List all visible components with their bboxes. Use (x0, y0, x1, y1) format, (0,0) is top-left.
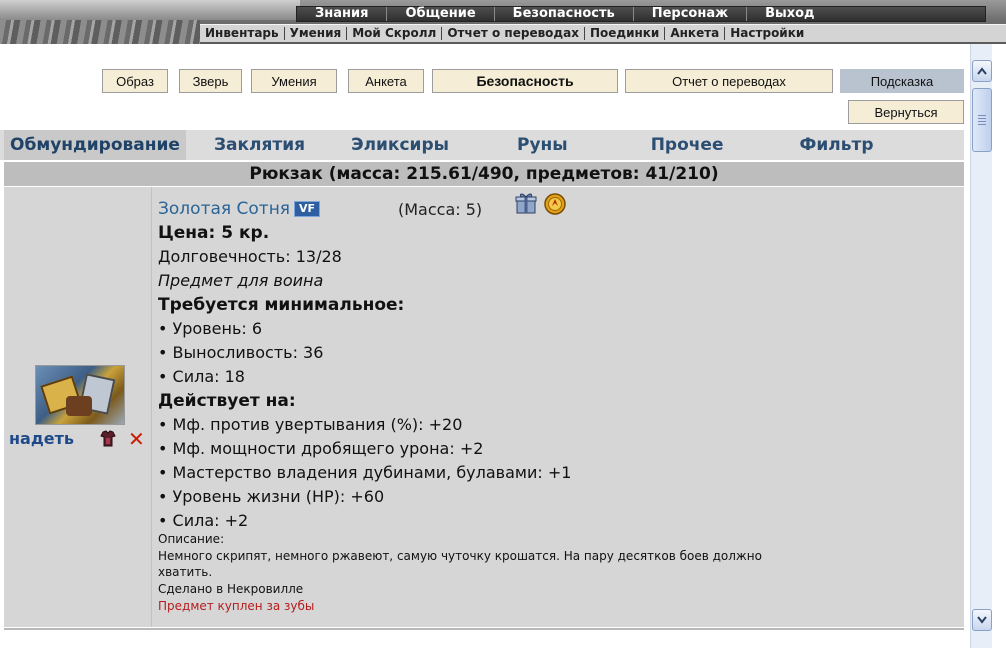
menu-item-bezopasnost[interactable]: Безопасность (495, 7, 634, 21)
content-frame: Образ Зверь Умения Анкета Безопасность О… (0, 44, 1006, 648)
bought-note: Предмет куплен за зубы (158, 599, 315, 613)
backpack-summary: Рюкзак (масса: 215.61/490, предметов: 41… (4, 162, 964, 186)
tab-filtr[interactable]: Фильтр (800, 135, 874, 155)
chevron-down-icon (977, 616, 987, 624)
top-navigation-bar: Знания Общение Безопасность Персонаж Вых… (0, 0, 1006, 44)
menu-item-anketa[interactable]: Анкета (665, 27, 726, 40)
requirement-item: • Сила: 18 (158, 367, 245, 386)
item-row: надеть ✕ Золотая Сотня VF (Масса: 5) Цен… (4, 187, 964, 627)
menu-item-umeniya[interactable]: Умения (285, 27, 348, 40)
item-durability: Долговечность: 13/28 (158, 247, 342, 266)
item-name[interactable]: Золотая Сотня VF (158, 199, 321, 219)
item-price: Цена: 5 кр. (158, 223, 270, 243)
tab-obmundirovanie[interactable]: Обмундирование (4, 130, 186, 160)
decorative-stone-panel (0, 20, 200, 44)
description-label: Описание: (158, 532, 225, 546)
menu-item-moy-skroll[interactable]: Мой Скролл (347, 27, 443, 40)
gift-icon (515, 193, 537, 214)
effect-item: • Мф. мощности дробящего урона: +2 (158, 439, 484, 458)
chevron-up-icon (977, 67, 987, 75)
effects-title: Действует на: (158, 391, 296, 411)
vf-badge: VF (294, 201, 321, 217)
zver-button[interactable]: Зверь (179, 69, 242, 93)
scroll-thumb[interactable] (972, 88, 992, 152)
menu-item-poedinki[interactable]: Поединки (585, 27, 666, 40)
menu-item-nastroyki[interactable]: Настройки (725, 27, 809, 40)
description-text: Немного скрипят, немного ржавеют, самую … (158, 549, 762, 563)
otchet-button[interactable]: Отчет о переводах (625, 69, 833, 93)
item-action-cell: надеть ✕ (4, 187, 152, 627)
tab-runy[interactable]: Руны (517, 135, 568, 155)
item-class-note: Предмет для воина (158, 271, 324, 290)
requirement-item: • Выносливость: 36 (158, 343, 324, 362)
effect-item: • Мф. против увертывания (%): +20 (158, 415, 463, 434)
obraz-button[interactable]: Образ (102, 69, 168, 93)
inventory-tabs: Обмундирование Заклятия Эликсиры Руны Пр… (0, 130, 964, 160)
tab-eliksiry[interactable]: Эликсиры (351, 135, 449, 155)
effect-item: • Уровень жизни (HP): +60 (158, 487, 385, 506)
umeniya-button[interactable]: Умения (251, 69, 337, 93)
secondary-menu: Инвентарь Умения Мой Скролл Отчет о пере… (200, 24, 1006, 42)
effect-item: • Сила: +2 (158, 511, 249, 530)
scroll-up-button[interactable] (972, 60, 992, 82)
menu-item-znaniya[interactable]: Знания (297, 7, 388, 21)
description-text-cont: хватить. (158, 565, 213, 579)
row-divider (4, 628, 964, 630)
requirement-item: • Уровень: 6 (158, 319, 263, 338)
menu-item-vykhod[interactable]: Выход (747, 7, 832, 21)
decorative-metal-panel (0, 0, 300, 20)
anketa-button[interactable]: Анкета (348, 69, 424, 93)
requirements-title: Требуется минимальное: (158, 295, 405, 315)
menu-item-inventar[interactable]: Инвентарь (200, 27, 285, 40)
tab-zaklyatiya[interactable]: Заклятия (214, 135, 305, 155)
primary-menu: Знания Общение Безопасность Персонаж Вых… (296, 6, 986, 22)
menu-item-obshchenie[interactable]: Общение (387, 7, 495, 21)
item-mass: (Масса: 5) (398, 200, 483, 219)
hint-button[interactable]: Подсказка (840, 69, 964, 93)
wear-link[interactable]: надеть (9, 429, 74, 448)
item-image[interactable] (35, 365, 125, 425)
armor-icon[interactable] (100, 430, 116, 448)
tab-prochee[interactable]: Прочее (651, 135, 724, 155)
return-button[interactable]: Вернуться (848, 100, 964, 124)
menu-item-personazh[interactable]: Персонаж (634, 7, 748, 21)
made-in-text: Сделано в Некровилле (158, 582, 304, 596)
scroll-down-button[interactable] (972, 609, 992, 631)
bezopasnost-button[interactable]: Безопасность (432, 69, 618, 93)
menu-item-otchet[interactable]: Отчет о переводах (442, 27, 585, 40)
close-icon[interactable]: ✕ (128, 429, 145, 449)
gold-coin-icon (544, 193, 566, 215)
inventory-page: Образ Зверь Умения Анкета Безопасность О… (0, 44, 970, 648)
effect-item: • Мастерство владения дубинами, булавами… (158, 463, 572, 482)
vertical-scrollbar[interactable] (970, 44, 992, 648)
